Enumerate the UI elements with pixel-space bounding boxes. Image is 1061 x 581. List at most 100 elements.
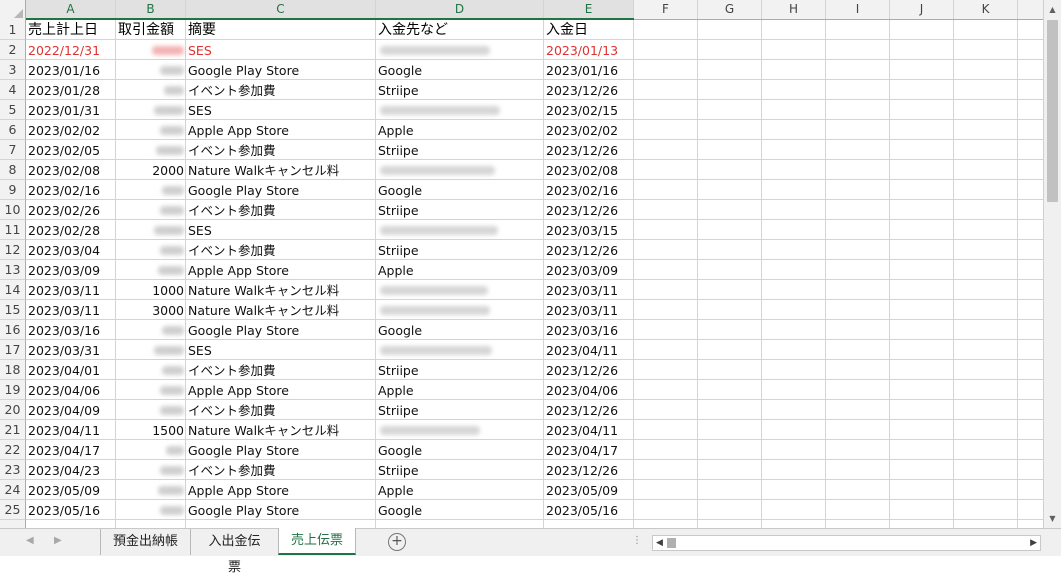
row-header[interactable]: 16 — [0, 320, 26, 340]
vertical-scroll-thumb[interactable] — [1047, 20, 1058, 202]
cell-sales-date[interactable]: 2023/02/08 — [26, 160, 116, 180]
cell-sales-date[interactable]: 2023/02/26 — [26, 200, 116, 220]
row-header[interactable]: 1 — [0, 20, 26, 40]
cell-amount[interactable] — [116, 40, 186, 60]
cell-amount[interactable] — [116, 460, 186, 480]
cell-amount[interactable] — [116, 140, 186, 160]
cell-payment-date[interactable]: 2023/03/09 — [544, 260, 634, 280]
cell-description[interactable]: SES — [186, 340, 376, 360]
cell-amount[interactable] — [116, 60, 186, 80]
cell-payer[interactable] — [376, 40, 544, 60]
spreadsheet-grid[interactable]: ABCDEFGHIJK 1 2 3 4 5 6 7 8 9 10 11 12 13 14 15 16 17 18 1… — [0, 0, 1043, 528]
cell-description[interactable]: Google Play Store — [186, 500, 376, 520]
cell-amount[interactable] — [116, 80, 186, 100]
row-header[interactable]: 18 — [0, 360, 26, 380]
cell-description[interactable]: イベント参加費 — [186, 400, 376, 420]
cell-amount[interactable] — [116, 360, 186, 380]
cell-payer[interactable]: Apple — [376, 120, 544, 140]
cell-sales-date[interactable]: 2023/03/09 — [26, 260, 116, 280]
row-header[interactable]: 15 — [0, 300, 26, 320]
row-header[interactable]: 6 — [0, 120, 26, 140]
split-handle-icon[interactable]: ⋮ — [632, 535, 642, 546]
cell-payer[interactable]: Apple — [376, 260, 544, 280]
cell-payment-date[interactable]: 2023/05/16 — [544, 500, 634, 520]
select-all-corner[interactable] — [0, 0, 26, 20]
cell-grid[interactable]: 売上計上日 取引金額 摘要 入金先など 入金日 2022/12/31 SES 2023/01/… — [26, 20, 1043, 528]
cell-payment-date[interactable]: 2023/12/26 — [544, 140, 634, 160]
header-cell-description[interactable]: 摘要 — [186, 20, 376, 40]
row-header[interactable]: 14 — [0, 280, 26, 300]
cell-description[interactable]: Apple App Store — [186, 480, 376, 500]
cell-description[interactable]: Apple App Store — [186, 260, 376, 280]
nav-prev-icon[interactable]: ◀ — [26, 535, 34, 546]
column-header-k[interactable]: K — [954, 0, 1018, 19]
cell-payer[interactable] — [376, 280, 544, 300]
cell-amount[interactable] — [116, 340, 186, 360]
row-header[interactable]: 22 — [0, 440, 26, 460]
column-header-g[interactable]: G — [698, 0, 762, 19]
cell-payment-date[interactable]: 2023/03/11 — [544, 280, 634, 300]
row-header[interactable]: 11 — [0, 220, 26, 240]
cell-description[interactable]: Apple App Store — [186, 120, 376, 140]
horizontal-scrollbar[interactable]: ◀ ▶ — [652, 535, 1041, 551]
cell-amount[interactable]: 1500 — [116, 420, 186, 440]
row-header[interactable]: 20 — [0, 400, 26, 420]
cell-sales-date[interactable]: 2023/03/11 — [26, 280, 116, 300]
cell-payment-date[interactable]: 2023/04/06 — [544, 380, 634, 400]
cell-payment-date[interactable]: 2023/01/13 — [544, 40, 634, 60]
cell-payment-date[interactable]: 2023/01/16 — [544, 60, 634, 80]
cell-description[interactable]: Nature Walkキャンセル料 — [186, 420, 376, 440]
cell-payment-date[interactable]: 2023/04/17 — [544, 440, 634, 460]
cell-description[interactable]: イベント参加費 — [186, 240, 376, 260]
cell-payment-date[interactable]: 2023/05/09 — [544, 480, 634, 500]
cell-description[interactable]: SES — [186, 220, 376, 240]
column-header-a[interactable]: A — [26, 0, 116, 19]
row-header[interactable]: 23 — [0, 460, 26, 480]
cell-payment-date[interactable]: 2023/02/15 — [544, 100, 634, 120]
cell-payer[interactable]: Google — [376, 320, 544, 340]
cell-payer[interactable]: Apple — [376, 480, 544, 500]
cell-description[interactable]: イベント参加費 — [186, 360, 376, 380]
cell-payment-date[interactable]: 2023/12/26 — [544, 200, 634, 220]
cell-sales-date[interactable]: 2023/02/02 — [26, 120, 116, 140]
column-header-c[interactable]: C — [186, 0, 376, 19]
cell-payment-date[interactable]: 2023/12/26 — [544, 80, 634, 100]
cell-sales-date[interactable]: 2023/04/06 — [26, 380, 116, 400]
cell-sales-date[interactable]: 2023/01/28 — [26, 80, 116, 100]
cell-amount[interactable] — [116, 320, 186, 340]
cell-description[interactable]: SES — [186, 100, 376, 120]
row-header[interactable]: 12 — [0, 240, 26, 260]
row-header[interactable]: 8 — [0, 160, 26, 180]
cell-payer[interactable] — [376, 300, 544, 320]
cell-sales-date[interactable]: 2023/05/16 — [26, 500, 116, 520]
cell-description[interactable]: Google Play Store — [186, 320, 376, 340]
scroll-left-icon[interactable]: ◀ — [656, 536, 663, 550]
cell-payment-date[interactable]: 2023/12/26 — [544, 360, 634, 380]
column-header-j[interactable]: J — [890, 0, 954, 19]
cell-sales-date[interactable]: 2023/04/11 — [26, 420, 116, 440]
row-header[interactable]: 25 — [0, 500, 26, 520]
cell-sales-date[interactable]: 2023/01/31 — [26, 100, 116, 120]
row-header[interactable]: 7 — [0, 140, 26, 160]
cell-payer[interactable]: Google — [376, 500, 544, 520]
cell-payment-date[interactable]: 2023/04/11 — [544, 340, 634, 360]
cell-payment-date[interactable]: 2023/03/11 — [544, 300, 634, 320]
row-header[interactable]: 24 — [0, 480, 26, 500]
sheet-tab[interactable]: 入出金伝票 — [190, 529, 278, 575]
cell-sales-date[interactable]: 2023/04/23 — [26, 460, 116, 480]
cell-description[interactable]: Google Play Store — [186, 60, 376, 80]
cell-description[interactable]: イベント参加費 — [186, 80, 376, 100]
row-header[interactable]: 2 — [0, 40, 26, 60]
cell-payment-date[interactable]: 2023/12/26 — [544, 460, 634, 480]
cell-sales-date[interactable]: 2023/04/01 — [26, 360, 116, 380]
column-header-h[interactable]: H — [762, 0, 826, 19]
cell-amount[interactable] — [116, 100, 186, 120]
cell-payer[interactable]: Striipe — [376, 400, 544, 420]
row-header[interactable]: 4 — [0, 80, 26, 100]
column-header-b[interactable]: B — [116, 0, 186, 19]
horizontal-scroll-thumb[interactable] — [667, 538, 676, 548]
row-header[interactable]: 21 — [0, 420, 26, 440]
cell-payer[interactable] — [376, 340, 544, 360]
column-header-d[interactable]: D — [376, 0, 544, 19]
row-header[interactable]: 3 — [0, 60, 26, 80]
